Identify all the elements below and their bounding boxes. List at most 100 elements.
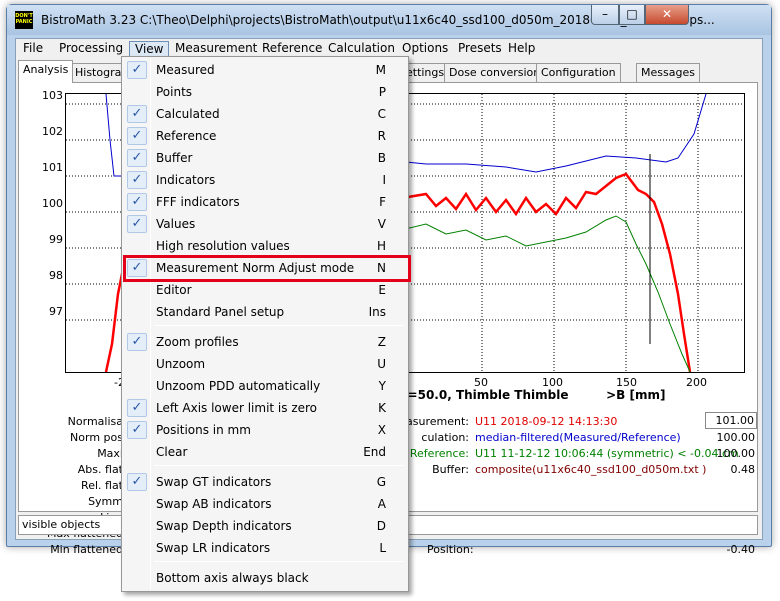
left-label: Normalisa bbox=[67, 415, 123, 428]
y-tick-label: 100 bbox=[42, 197, 63, 210]
tab-configuration[interactable]: Configuration bbox=[536, 63, 621, 82]
y-tick-label: 102 bbox=[42, 125, 63, 138]
menu-help[interactable]: Help bbox=[503, 41, 540, 58]
menu-processing[interactable]: Processing bbox=[54, 41, 128, 58]
view-menu-item-label: Measured bbox=[156, 63, 215, 77]
view-menu-item[interactable]: Swap LR indicators L bbox=[124, 537, 406, 559]
view-menu-item-shortcut: R bbox=[377, 129, 386, 143]
y-tick-label: 97 bbox=[49, 305, 63, 318]
view-menu-item-shortcut: G bbox=[376, 475, 386, 489]
view-menu-item-label: Zoom profiles bbox=[156, 335, 239, 349]
menu-presets[interactable]: Presets bbox=[453, 41, 507, 58]
y-tick-label: 101 bbox=[42, 161, 63, 174]
view-menu-item-shortcut: Z bbox=[377, 335, 386, 349]
left-label: Rel. flat bbox=[81, 479, 123, 492]
view-menu-item-shortcut: C bbox=[377, 107, 386, 121]
value-readout: 100.00 bbox=[716, 447, 756, 460]
menu-file[interactable]: File bbox=[18, 41, 48, 58]
highlight-box bbox=[123, 255, 411, 282]
view-menu-item[interactable]: Clear End bbox=[124, 441, 406, 463]
view-menu-item-label: Buffer bbox=[156, 151, 193, 165]
view-menu-item-label: Clear bbox=[156, 445, 188, 459]
y-tick-label: 99 bbox=[49, 233, 63, 246]
tab-analysis[interactable]: Analysis bbox=[18, 60, 74, 83]
position-label: Position: bbox=[427, 543, 474, 556]
view-menu-item[interactable]: ✓ Values V bbox=[124, 213, 406, 235]
measurement-value: U11 2018-09-12 14:13:30 bbox=[475, 415, 618, 428]
view-menu-item-label: Calculated bbox=[156, 107, 220, 121]
view-menu-item-label: High resolution values bbox=[156, 239, 290, 253]
view-menu-item[interactable]: Swap Depth indicators D bbox=[124, 515, 406, 537]
view-menu-item-label: Swap AB indicators bbox=[156, 497, 272, 511]
y-tick-label: 98 bbox=[49, 269, 63, 282]
norm-value-input[interactable]: 101.00 bbox=[705, 412, 757, 429]
view-menu-item-label: Unzoom bbox=[156, 357, 206, 371]
view-menu-item-shortcut: K bbox=[378, 401, 386, 415]
view-menu-item-shortcut: E bbox=[378, 283, 386, 297]
plot-caption-field: h=50.0, Thimble Thimble bbox=[399, 388, 569, 402]
view-menu-item[interactable]: ✓ Indicators I bbox=[124, 169, 406, 191]
close-button[interactable]: ✕ bbox=[645, 5, 689, 25]
view-menu-item[interactable]: Editor E bbox=[124, 279, 406, 301]
view-menu-item-shortcut: B bbox=[377, 151, 386, 165]
view-menu-item-label: Swap Depth indicators bbox=[156, 519, 292, 533]
view-menu-item-shortcut: I bbox=[382, 173, 386, 187]
left-label: Maxi bbox=[97, 447, 123, 460]
checkmark-icon: ✓ bbox=[127, 193, 147, 211]
calculation-value: median-filtered(Measured/Reference) bbox=[475, 431, 681, 444]
minimize-button[interactable]: – bbox=[591, 5, 619, 25]
x-tick-label: 200 bbox=[686, 376, 707, 389]
tab-messages[interactable]: Messages bbox=[636, 63, 700, 82]
view-menu-item[interactable]: ✓ Left Axis lower limit is zero K bbox=[124, 397, 406, 419]
view-menu-item[interactable]: ✓ Positions in mm X bbox=[124, 419, 406, 441]
view-menu-item-shortcut: Y bbox=[378, 379, 386, 393]
app-logo-icon[interactable]: DON'T PANIC bbox=[15, 11, 33, 29]
view-menu-item-label: Points bbox=[156, 85, 193, 99]
value-readout: 100.00 bbox=[716, 431, 756, 444]
view-menu-item[interactable]: High resolution values H bbox=[124, 235, 406, 257]
view-menu-item[interactable]: ✓ Calculated C bbox=[124, 103, 406, 125]
menu-separator bbox=[154, 325, 404, 326]
plot-caption-axis: >B [mm] bbox=[606, 388, 666, 402]
view-menu-item-label: FFF indicators bbox=[156, 195, 240, 209]
view-menu-item-label: Bottom axis always black bbox=[156, 571, 309, 585]
view-menu-item-shortcut: A bbox=[377, 497, 386, 511]
view-menu-item[interactable]: ✓ Buffer B bbox=[124, 147, 406, 169]
plot-caption: h=50.0, Thimble Thimble >B [mm] bbox=[399, 388, 665, 402]
checkmark-icon: ✓ bbox=[127, 127, 147, 145]
view-menu-item[interactable]: Points P bbox=[124, 81, 406, 103]
view-menu-item[interactable]: ✓ FFF indicators F bbox=[124, 191, 406, 213]
view-menu-item-shortcut: H bbox=[376, 239, 386, 253]
menu-separator bbox=[154, 561, 404, 562]
view-menu-item[interactable]: Swap AB indicators A bbox=[124, 493, 406, 515]
tab-dose-conversion[interactable]: Dose conversion bbox=[444, 63, 546, 82]
view-menu-item[interactable]: ✓ Swap GT indicators G bbox=[124, 471, 406, 493]
view-menu-item[interactable]: ✓ Measured M bbox=[124, 59, 406, 81]
left-label: Min flattened bbox=[50, 543, 123, 556]
view-menu-item-shortcut: F bbox=[379, 195, 386, 209]
view-menu-item[interactable]: Unzoom U bbox=[124, 353, 406, 375]
view-menu-item-shortcut: Ins bbox=[368, 305, 386, 319]
menu-separator bbox=[154, 465, 404, 466]
checkmark-icon: ✓ bbox=[127, 105, 147, 123]
position-value: -0.40 bbox=[726, 543, 755, 556]
checkmark-icon: ✓ bbox=[127, 473, 147, 491]
view-menu-item-shortcut: U bbox=[377, 357, 386, 371]
view-menu-item[interactable]: Unzoom PDD automatically Y bbox=[124, 375, 406, 397]
buffer-value: composite(u11x6c40_ssd100_d050m.txt ) bbox=[475, 463, 707, 476]
view-menu-item-shortcut: D bbox=[376, 519, 386, 533]
view-menu-item-shortcut: L bbox=[379, 541, 386, 555]
view-menu-item-label: Positions in mm bbox=[156, 423, 251, 437]
view-menu-item-shortcut: End bbox=[363, 445, 386, 459]
view-menu-item-shortcut: P bbox=[378, 85, 386, 99]
view-menu-item-label: Left Axis lower limit is zero bbox=[156, 401, 318, 415]
view-menu-item[interactable]: Bottom axis always black bbox=[124, 567, 406, 589]
title-bar[interactable]: DON'T PANIC BistroMath 3.23 C:\Theo\Delph… bbox=[7, 5, 771, 35]
maximize-button[interactable]: □ bbox=[619, 5, 645, 25]
view-menu-item[interactable]: ✓ Zoom profiles Z bbox=[124, 331, 406, 353]
y-tick-label: 103 bbox=[42, 89, 63, 102]
view-menu-item[interactable]: Standard Panel setup Ins bbox=[124, 301, 406, 323]
view-menu-item[interactable]: ✓ Reference R bbox=[124, 125, 406, 147]
view-menu-item-label: Swap LR indicators bbox=[156, 541, 271, 555]
checkmark-icon: ✓ bbox=[127, 333, 147, 351]
